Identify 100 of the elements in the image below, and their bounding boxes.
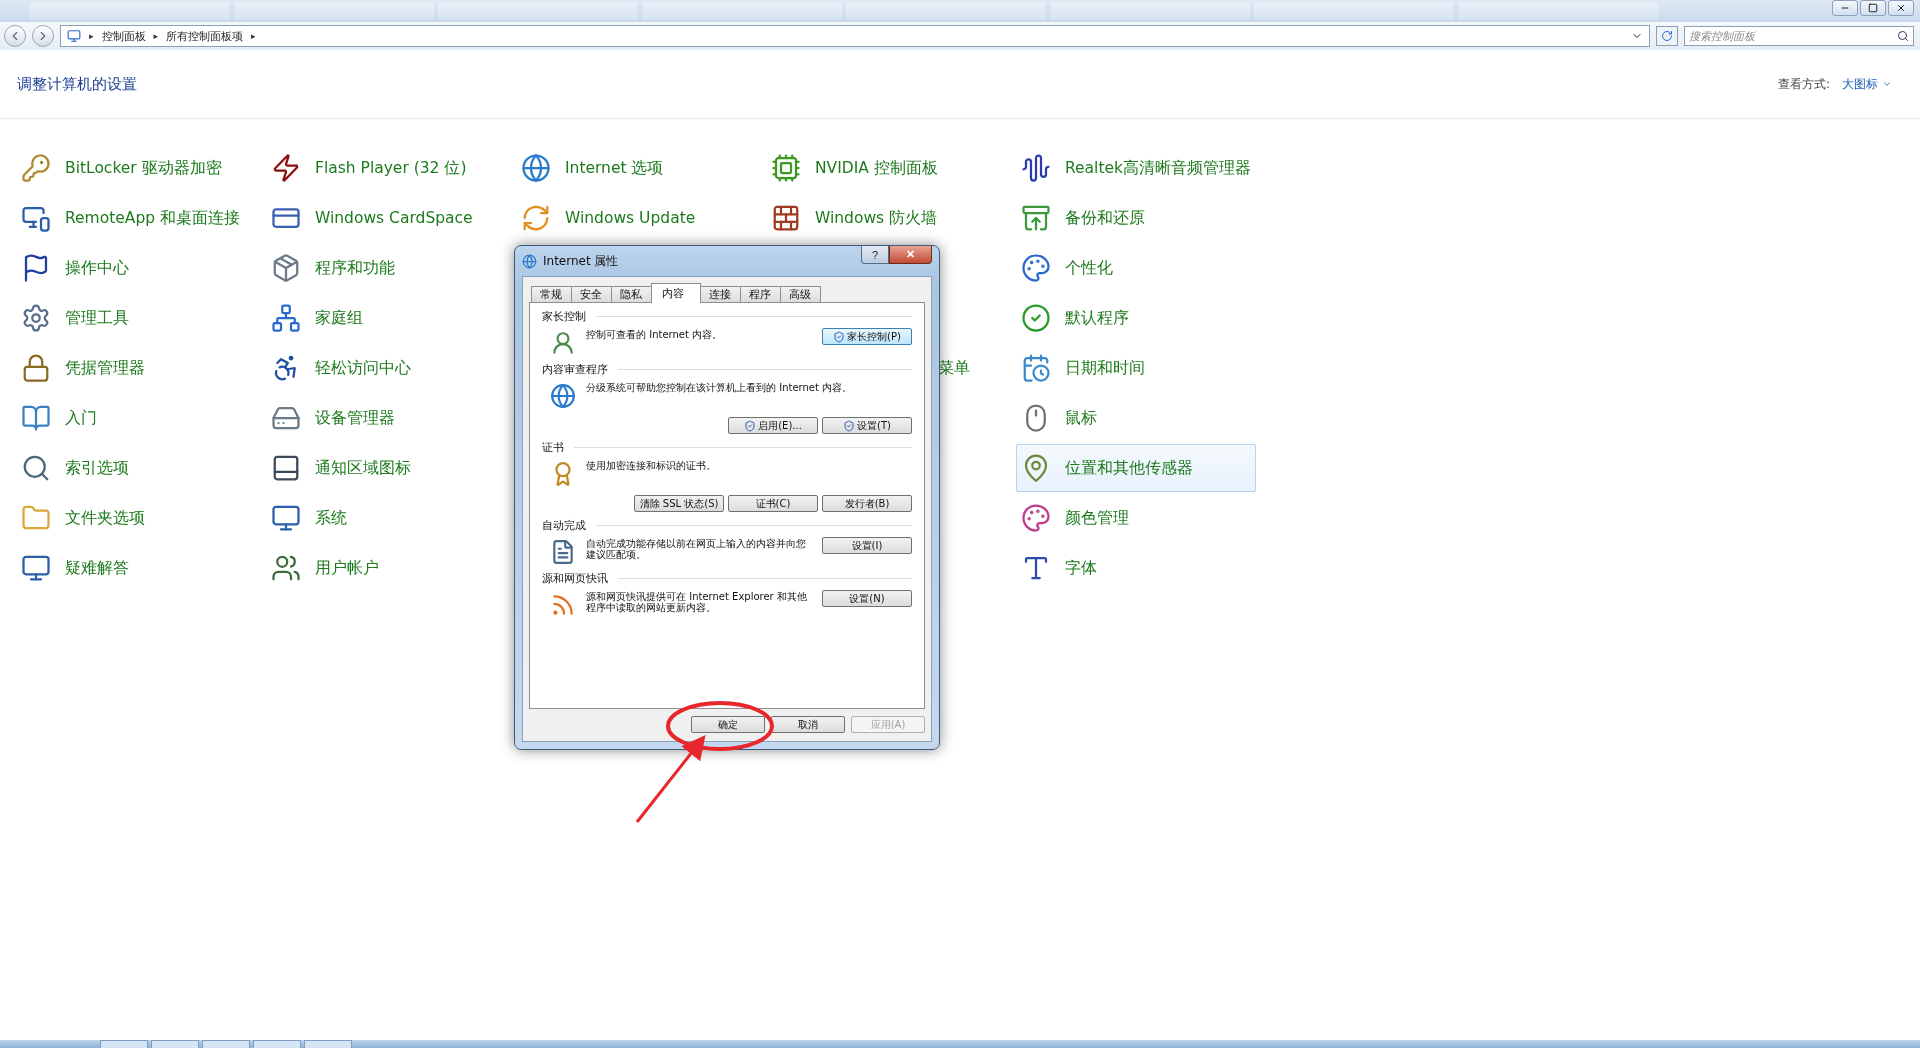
control-panel-item[interactable]: RemoteApp 和桌面连接 [16, 194, 256, 242]
control-panel-item[interactable]: Windows 防火墙 [766, 194, 1006, 242]
close-button[interactable] [1888, 0, 1914, 16]
chip-icon [771, 153, 801, 183]
help-button[interactable]: ? [861, 246, 889, 264]
section-title: 源和网页快讯 [542, 571, 608, 586]
control-panel-icon [67, 29, 81, 43]
control-panel-item[interactable]: 程序和功能 [266, 244, 506, 292]
section-description: 使用加密连接和标识的证书。 [586, 459, 717, 472]
dialog-button[interactable]: 确定 [691, 716, 765, 733]
control-panel-item[interactable]: 凭据管理器 [16, 344, 256, 392]
minimize-button[interactable] [1832, 0, 1858, 16]
dialog-button[interactable]: 设置(N) [822, 590, 912, 607]
taskbar-button[interactable] [304, 1040, 352, 1048]
back-button[interactable] [4, 25, 26, 47]
search-field[interactable]: 搜索控制面板 [1684, 26, 1914, 46]
maximize-button[interactable] [1860, 0, 1886, 16]
dialog-tab[interactable]: 隐私 [611, 286, 652, 303]
taskbar-tab[interactable] [234, 2, 434, 20]
control-panel-item[interactable]: Internet 选项 [516, 144, 756, 192]
globe-icon [522, 253, 537, 269]
control-panel-item[interactable]: 鼠标 [1016, 394, 1256, 442]
section-title: 家长控制 [542, 309, 586, 324]
breadcrumb-item[interactable]: 控制面板 [101, 28, 146, 44]
control-panel-item[interactable]: 个性化 [1016, 244, 1256, 292]
taskbar-button[interactable] [253, 1040, 301, 1048]
control-panel-item[interactable]: 入门 [16, 394, 256, 442]
section-description: 自动完成功能存储以前在网页上输入的内容并向您建议匹配项。 [586, 537, 807, 560]
close-button[interactable]: ✕ [889, 246, 932, 264]
breadcrumb-item[interactable]: 所有控制面板项 [166, 28, 244, 44]
page-heading: 调整计算机的设置 [17, 74, 137, 94]
control-panel-item[interactable]: 文件夹选项 [16, 494, 256, 542]
dialog-button[interactable]: 启用(E)... [728, 417, 818, 434]
control-panel-item[interactable]: NVIDIA 控制面板 [766, 144, 1006, 192]
control-panel-item[interactable]: 颜色管理 [1016, 494, 1256, 542]
taskbar-button[interactable] [100, 1040, 148, 1048]
control-panel-item[interactable]: 用户帐户 [266, 544, 506, 592]
dialog-button[interactable]: 家长控制(P) [822, 328, 912, 345]
dialog-button[interactable]: 发行者(B) [822, 495, 912, 512]
control-panel-item[interactable]: 疑难解答 [16, 544, 256, 592]
control-panel-item[interactable]: 操作中心 [16, 244, 256, 292]
control-panel-item[interactable]: 通知区域图标 [266, 444, 506, 492]
control-panel-item[interactable]: 系统 [266, 494, 506, 542]
control-panel-item[interactable]: 设备管理器 [266, 394, 506, 442]
dialog-tab[interactable]: 高级 [780, 286, 821, 303]
view-by-dropdown[interactable]: 大图标 [1842, 75, 1892, 93]
brick-wall-icon [771, 203, 801, 233]
section-title: 内容审查程序 [542, 362, 608, 377]
control-panel-item[interactable]: 轻松访问中心 [266, 344, 506, 392]
maximize-icon [1868, 3, 1878, 13]
control-panel-item[interactable]: 管理工具 [16, 294, 256, 342]
palette-icon [1021, 253, 1051, 283]
dialog-tab[interactable]: 安全 [571, 286, 612, 303]
taskbar-tab[interactable] [1254, 2, 1454, 20]
gear-icon [21, 303, 51, 333]
control-panel-item[interactable]: 默认程序 [1016, 294, 1256, 342]
dialog-tab[interactable]: 程序 [740, 286, 781, 303]
dialog-tab[interactable]: 常规 [531, 286, 572, 303]
refresh-icon [521, 203, 551, 233]
dialog-button[interactable]: 证书(C) [728, 495, 818, 512]
monitor-icon [21, 553, 51, 583]
control-panel-item[interactable]: Windows CardSpace [266, 194, 506, 242]
control-panel-item[interactable]: 日期和时间 [1016, 344, 1256, 392]
control-panel-item[interactable]: 家庭组 [266, 294, 506, 342]
control-panel-item[interactable]: 字体 [1016, 544, 1256, 592]
shield-icon [833, 330, 846, 343]
dialog-tab[interactable]: 内容 [651, 283, 701, 303]
dialog-button[interactable]: 设置(T) [822, 417, 912, 434]
section-title: 自动完成 [542, 518, 586, 533]
users-icon [550, 330, 576, 356]
control-panel-item[interactable]: Flash Player (32 位) [266, 144, 506, 192]
book-icon [21, 403, 51, 433]
section-description: 控制可查看的 Internet 内容。 [586, 328, 724, 341]
network-icon [271, 303, 301, 333]
taskbar-button[interactable] [151, 1040, 199, 1048]
taskbar-tab[interactable] [846, 2, 1046, 20]
taskbar-button[interactable] [202, 1040, 250, 1048]
view-by-label: 查看方式: [1777, 75, 1830, 93]
control-panel-item[interactable]: 位置和其他传感器 [1016, 444, 1256, 492]
breadcrumb-separator: ▸ [251, 31, 256, 41]
control-panel-item[interactable]: 备份和还原 [1016, 194, 1256, 242]
taskbar-tab[interactable] [642, 2, 842, 20]
taskbar-tab[interactable] [438, 2, 638, 20]
taskbar-tab[interactable] [1050, 2, 1250, 20]
refresh-button[interactable] [1656, 26, 1678, 46]
taskbar-tab[interactable] [1458, 2, 1658, 20]
panel-icon [271, 453, 301, 483]
dialog-button[interactable]: 取消 [771, 716, 845, 733]
control-panel-item[interactable]: BitLocker 驱动器加密 [16, 144, 256, 192]
forward-button[interactable] [32, 25, 54, 47]
control-panel-item[interactable]: 索引选项 [16, 444, 256, 492]
dialog-button[interactable]: 清除 SSL 状态(S) [634, 495, 724, 512]
section-description: 分级系统可帮助您控制在该计算机上看到的 Internet 内容。 [586, 381, 854, 394]
control-panel-item[interactable]: Windows Update [516, 194, 756, 242]
check-circle-icon [1021, 303, 1051, 333]
control-panel-item[interactable]: Realtek高清晰音频管理器 [1016, 144, 1256, 192]
address-field[interactable]: ▸ 控制面板 ▸ 所有控制面板项 ▸ [60, 25, 1650, 47]
taskbar-tab[interactable] [30, 2, 230, 20]
dialog-tab[interactable]: 连接 [700, 286, 741, 303]
dialog-button[interactable]: 设置(I) [822, 537, 912, 554]
